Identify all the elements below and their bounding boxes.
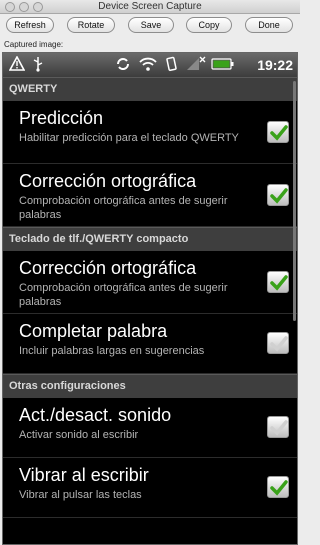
captured-image-label: Captured image: xyxy=(4,40,64,49)
pref-correccion-ortografica-qwerty[interactable]: Corrección ortográfica Comprobación orto… xyxy=(3,164,297,227)
check-icon xyxy=(270,480,288,496)
pref-title: Corrección ortográfica xyxy=(19,171,197,191)
check-icon xyxy=(270,275,288,291)
no-signal-icon xyxy=(185,56,207,74)
copy-button[interactable]: Copy xyxy=(186,17,232,33)
pref-correccion-ortografica-compact[interactable]: Corrección ortográfica Comprobación orto… xyxy=(3,251,297,314)
pref-title: Vibrar al escribir xyxy=(19,465,149,485)
pref-title: Act./desact. sonido xyxy=(19,405,172,425)
correccion-compact-checkbox[interactable] xyxy=(267,271,289,293)
check-icon xyxy=(270,188,288,204)
check-icon xyxy=(270,336,288,352)
pref-vibrar[interactable]: Vibrar al escribir Vibrar al pulsar las … xyxy=(3,458,297,518)
pref-summary: Comprobación ortográfica antes de sugeri… xyxy=(19,282,228,308)
pref-title: Predicción xyxy=(19,108,104,128)
pref-prediccion[interactable]: Predicción Habilitar predicción para el … xyxy=(3,101,297,164)
window-titlebar: Device Screen Capture xyxy=(0,0,300,14)
pref-summary: Vibrar al pulsar las teclas xyxy=(19,489,142,501)
prediccion-checkbox[interactable] xyxy=(267,121,289,143)
section-header-compact-keyboard: Teclado de tlf./QWERTY compacto xyxy=(3,227,297,251)
pref-completar-palabra[interactable]: Completar palabra Incluir palabras larga… xyxy=(3,314,297,374)
settings-list: QWERTY Predicción Habilitar predicción p… xyxy=(3,77,297,518)
wifi-icon xyxy=(139,56,157,74)
correccion-qwerty-checkbox[interactable] xyxy=(267,184,289,206)
section-header-otras: Otras configuraciones xyxy=(3,374,297,398)
window-title: Device Screen Capture xyxy=(98,1,202,12)
vibrate-icon xyxy=(163,56,179,74)
vibrar-checkbox[interactable] xyxy=(267,476,289,498)
device-screen: 19:22 QWERTY Predicción Habilitar predic… xyxy=(2,52,298,545)
pref-summary: Habilitar predicción para el teclado QWE… xyxy=(19,132,239,144)
capture-toolbar: Refresh Rotate Save Copy Done xyxy=(0,14,300,36)
check-icon xyxy=(270,420,288,436)
sync-icon xyxy=(115,56,131,74)
status-clock: 19:22 xyxy=(257,57,293,73)
refresh-button[interactable]: Refresh xyxy=(6,17,54,33)
scrollbar[interactable] xyxy=(293,81,296,321)
done-button[interactable]: Done xyxy=(245,17,293,33)
sonido-checkbox[interactable] xyxy=(267,416,289,438)
pref-summary: Comprobación ortográfica antes de sugeri… xyxy=(19,195,228,221)
pref-summary: Incluir palabras largas en sugerencias xyxy=(19,345,205,357)
save-button[interactable]: Save xyxy=(128,17,174,33)
pref-title: Completar palabra xyxy=(19,321,168,341)
usb-icon xyxy=(31,56,45,74)
battery-icon xyxy=(211,56,235,74)
pref-title: Corrección ortográfica xyxy=(19,258,197,278)
status-bar: 19:22 xyxy=(3,53,297,77)
warning-icon xyxy=(8,55,26,74)
section-header-qwerty: QWERTY xyxy=(3,77,297,101)
pref-summary: Activar sonido al escribir xyxy=(19,429,139,441)
rotate-button[interactable]: Rotate xyxy=(67,17,115,33)
check-icon xyxy=(270,125,288,141)
pref-sonido[interactable]: Act./desact. sonido Activar sonido al es… xyxy=(3,398,297,458)
completar-palabra-checkbox[interactable] xyxy=(267,332,289,354)
